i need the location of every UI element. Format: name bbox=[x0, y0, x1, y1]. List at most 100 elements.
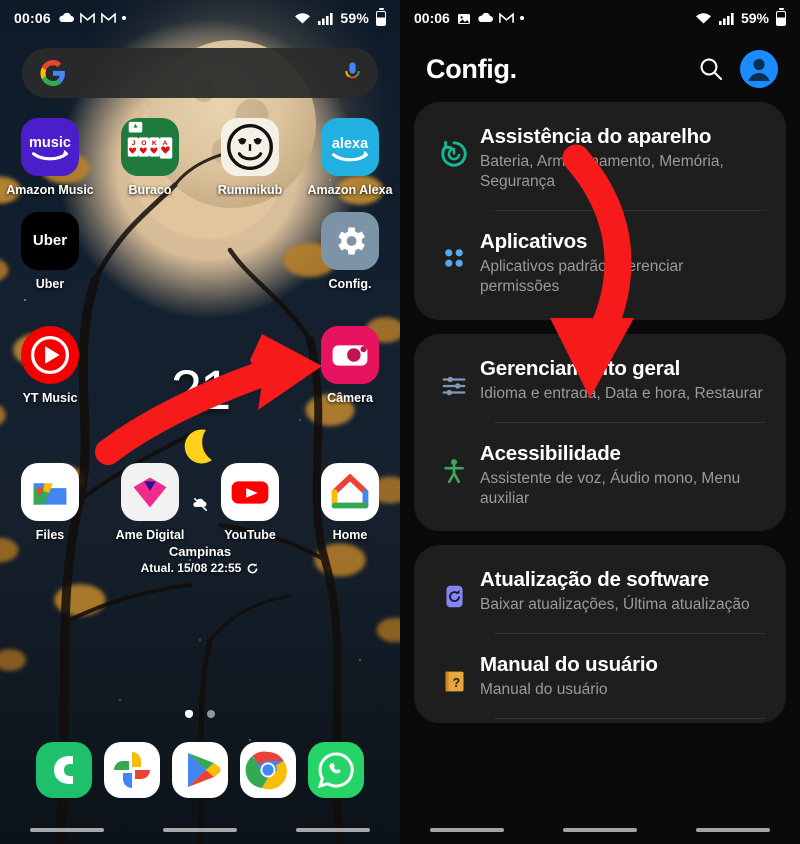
app-label: YT Music bbox=[22, 390, 78, 405]
app-camera[interactable]: Câmera bbox=[300, 292, 400, 406]
settings-item-desc: Manual do usuário bbox=[480, 681, 608, 699]
app-home[interactable]: Home bbox=[300, 449, 400, 543]
play-store-icon[interactable] bbox=[172, 742, 228, 798]
app-label: Buraco bbox=[128, 183, 172, 197]
nav-pill[interactable] bbox=[696, 828, 771, 832]
settings-item-title: Atualização de software bbox=[480, 567, 709, 591]
app-files[interactable]: Files bbox=[0, 449, 100, 543]
chrome-icon[interactable] bbox=[240, 742, 296, 798]
app-ame-digital[interactable]: Ame Digital bbox=[100, 449, 200, 543]
account-avatar-icon[interactable] bbox=[740, 50, 778, 88]
app-label: Uber bbox=[35, 276, 65, 291]
settings-item-desc: Idioma e entrada, Data e hora, Restaurar bbox=[480, 384, 763, 402]
gmail-icon bbox=[79, 12, 95, 23]
user-manual-icon: ? bbox=[432, 652, 476, 695]
app-rummikub[interactable]: Rummikub bbox=[200, 104, 300, 198]
gear-icon bbox=[321, 211, 379, 270]
app-uber[interactable]: Uber Uber bbox=[0, 198, 100, 292]
settings-item-title: Aplicativos bbox=[480, 230, 588, 254]
app-buraco[interactable]: J O K A Buraco bbox=[100, 104, 200, 198]
app-label: Rummikub bbox=[217, 183, 283, 197]
google-g-icon bbox=[40, 60, 66, 86]
svg-text:K: K bbox=[152, 140, 157, 147]
settings-item-apps[interactable]: Aplicativos Aplicativos padrão, Gerencia… bbox=[414, 211, 786, 315]
grid-empty-cell bbox=[200, 198, 300, 292]
software-update-icon bbox=[432, 567, 476, 610]
app-row: Uber Uber Config. bbox=[0, 198, 400, 292]
wifi-icon bbox=[295, 12, 311, 23]
app-youtube[interactable]: YouTube bbox=[200, 449, 300, 543]
grid-empty-cell bbox=[100, 198, 200, 292]
signal-icon bbox=[318, 12, 333, 25]
battery-icon bbox=[776, 8, 786, 26]
app-config[interactable]: Config. bbox=[300, 198, 400, 292]
app-amazon-alexa[interactable]: alexa Amazon Alexa bbox=[300, 104, 400, 198]
settings-item-user-manual[interactable]: ? Manual do usuário Manual do usuário bbox=[414, 634, 786, 718]
dual-screenshot: 00:06 59% music Amazon Music J O K A Bur… bbox=[0, 0, 800, 844]
page-dot[interactable] bbox=[207, 710, 215, 718]
home-screen-panel: 00:06 59% music Amazon Music J O K A Bur… bbox=[0, 0, 400, 844]
google-home-icon bbox=[321, 463, 379, 522]
battery-percent: 59% bbox=[740, 10, 769, 26]
grid-empty-cell bbox=[200, 292, 300, 406]
youtube-icon bbox=[221, 463, 279, 522]
settings-item-title: Assistência do aparelho bbox=[480, 125, 712, 148]
search-icon[interactable] bbox=[698, 56, 724, 82]
signal-icon bbox=[718, 12, 734, 25]
camera-icon bbox=[321, 325, 379, 384]
settings-item-desc: Bateria, Armazenamento, Memória, Seguran… bbox=[480, 153, 724, 191]
status-bar: 00:06 59% bbox=[0, 0, 400, 36]
youtube-music-icon bbox=[21, 325, 79, 384]
dock bbox=[0, 742, 400, 798]
gmail-icon bbox=[100, 12, 116, 23]
app-grid: music Amazon Music J O K A Buraco Rummik… bbox=[0, 98, 400, 543]
settings-item-desc: Assistente de voz, Áudio mono, Menu auxi… bbox=[480, 469, 741, 507]
grid-empty-cell bbox=[100, 292, 200, 406]
divider bbox=[494, 718, 766, 720]
app-amazon-music[interactable]: music Amazon Music bbox=[0, 104, 100, 198]
settings-card: Gerenciamento geral Idioma e entrada, Da… bbox=[414, 333, 786, 531]
google-photos-icon[interactable] bbox=[104, 742, 160, 798]
page-dot-active[interactable] bbox=[185, 710, 193, 718]
ame-digital-icon bbox=[121, 463, 179, 522]
app-yt-music[interactable]: YT Music bbox=[0, 292, 100, 406]
settings-item-title: Manual do usuário bbox=[480, 653, 658, 677]
svg-text:A: A bbox=[163, 140, 168, 147]
microphone-icon[interactable] bbox=[345, 61, 360, 85]
nav-pill[interactable] bbox=[162, 828, 237, 832]
page-indicator bbox=[0, 710, 400, 718]
status-time: 00:06 bbox=[14, 10, 51, 26]
settings-item-accessibility[interactable]: Acessibilidade Assistente de voz, Áudio … bbox=[414, 423, 786, 527]
svg-text:music: music bbox=[29, 135, 71, 151]
app-row: music Amazon Music J O K A Buraco Rummik… bbox=[0, 104, 400, 198]
settings-item-device-care[interactable]: Assistência do aparelho Bateria, Armazen… bbox=[414, 106, 786, 210]
battery-percent: 59% bbox=[340, 10, 369, 26]
app-label: Files bbox=[35, 528, 65, 543]
nav-pill[interactable] bbox=[29, 828, 104, 832]
nav-pill[interactable] bbox=[296, 828, 371, 832]
settings-item-general-management[interactable]: Gerenciamento geral Idioma e entrada, Da… bbox=[414, 338, 786, 422]
app-label: Amazon Music bbox=[6, 183, 94, 197]
app-row: Files Ame Digital YouTube Home bbox=[0, 449, 400, 543]
settings-item-title: Acessibilidade bbox=[480, 441, 621, 465]
app-label: Home bbox=[332, 528, 368, 543]
settings-item-software-update[interactable]: Atualização de software Baixar atualizaç… bbox=[414, 549, 786, 633]
svg-text:J: J bbox=[132, 140, 136, 147]
dot-icon bbox=[121, 16, 126, 20]
nav-pill[interactable] bbox=[562, 828, 637, 832]
settings-card: Assistência do aparelho Bateria, Armazen… bbox=[414, 102, 786, 320]
settings-header: Config. bbox=[400, 36, 800, 102]
svg-text:O: O bbox=[141, 140, 146, 147]
status-time: 00:06 bbox=[414, 10, 450, 26]
cloud-icon bbox=[59, 12, 74, 22]
wifi-icon bbox=[695, 12, 711, 23]
whatsapp-icon[interactable] bbox=[308, 742, 364, 798]
cloud-icon bbox=[478, 12, 493, 22]
settings-item-desc: Aplicativos padrão, Gerenciar permissões bbox=[480, 258, 684, 296]
rummikub-face-icon bbox=[221, 118, 279, 176]
phone-icon[interactable] bbox=[36, 742, 92, 798]
settings-item-title: Gerenciamento geral bbox=[480, 356, 681, 380]
navigation-bar bbox=[0, 816, 400, 844]
nav-pill[interactable] bbox=[429, 828, 504, 832]
google-search-bar[interactable] bbox=[22, 48, 378, 98]
